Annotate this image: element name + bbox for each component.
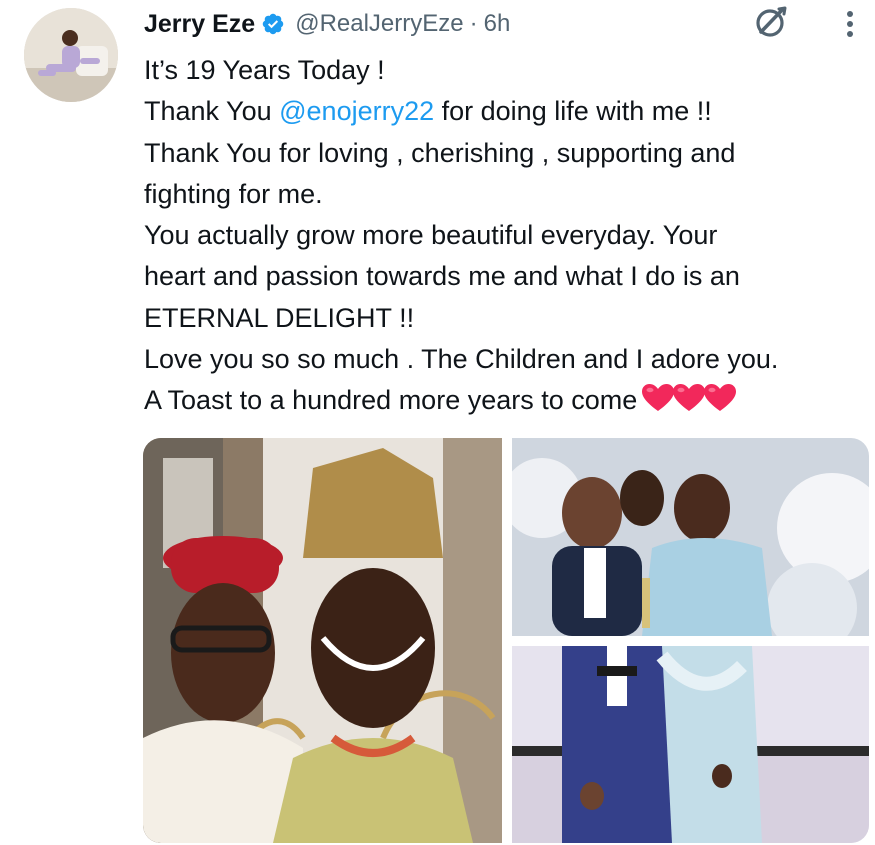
tweet-line: heart and passion towards me and what I … [144, 261, 740, 292]
red-heart-icon [642, 384, 675, 412]
red-heart-icon [704, 384, 737, 412]
hearts-emoji [641, 383, 737, 425]
author-handle[interactable]: @RealJerryEze [295, 10, 463, 38]
tweet-header: Jerry Eze @RealJerryEze · 6h [144, 6, 510, 42]
timestamp[interactable]: 6h [484, 10, 511, 38]
grok-icon[interactable] [752, 4, 788, 40]
tweet-line: A Toast to a hundred more years to come [144, 385, 638, 416]
more-options-icon[interactable] [838, 8, 862, 40]
separator-dot: · [469, 10, 478, 37]
tweet-line: You actually grow more beautiful everyda… [144, 220, 718, 251]
celebration-table-photo[interactable] [512, 438, 869, 636]
couple-standing-photo[interactable] [512, 646, 869, 843]
tweet-line: ETERNAL DELIGHT !! [144, 302, 415, 333]
tweet-line-rest: for doing life with me !! [441, 96, 712, 127]
tweet-line: Love you so so much . The Children and I… [144, 344, 779, 375]
tweet-text: It’s 19 Years Today ! Thank You @enojerr… [144, 50, 872, 426]
avatar[interactable] [24, 8, 118, 102]
verified-badge-icon [261, 12, 285, 36]
tweet-line-last: A Toast to a hundred more years to come [144, 380, 872, 425]
mention-link[interactable]: @enojerry22 [279, 96, 434, 126]
tweet-line-mention: Thank You @enojerry22 for doing life wit… [144, 91, 872, 132]
profile-photo-icon [24, 8, 118, 102]
red-heart-icon [673, 384, 706, 412]
tweet-line: Thank You for loving , cherishing , supp… [144, 137, 736, 168]
mention-prefix: Thank You [144, 96, 280, 127]
tweet-line: It’s 19 Years Today ! [144, 55, 385, 85]
media-grid [143, 438, 869, 843]
author-name[interactable]: Jerry Eze [144, 10, 255, 39]
traditional-wedding-photo[interactable] [143, 438, 502, 843]
tweet-line: fighting for me. [144, 178, 323, 209]
